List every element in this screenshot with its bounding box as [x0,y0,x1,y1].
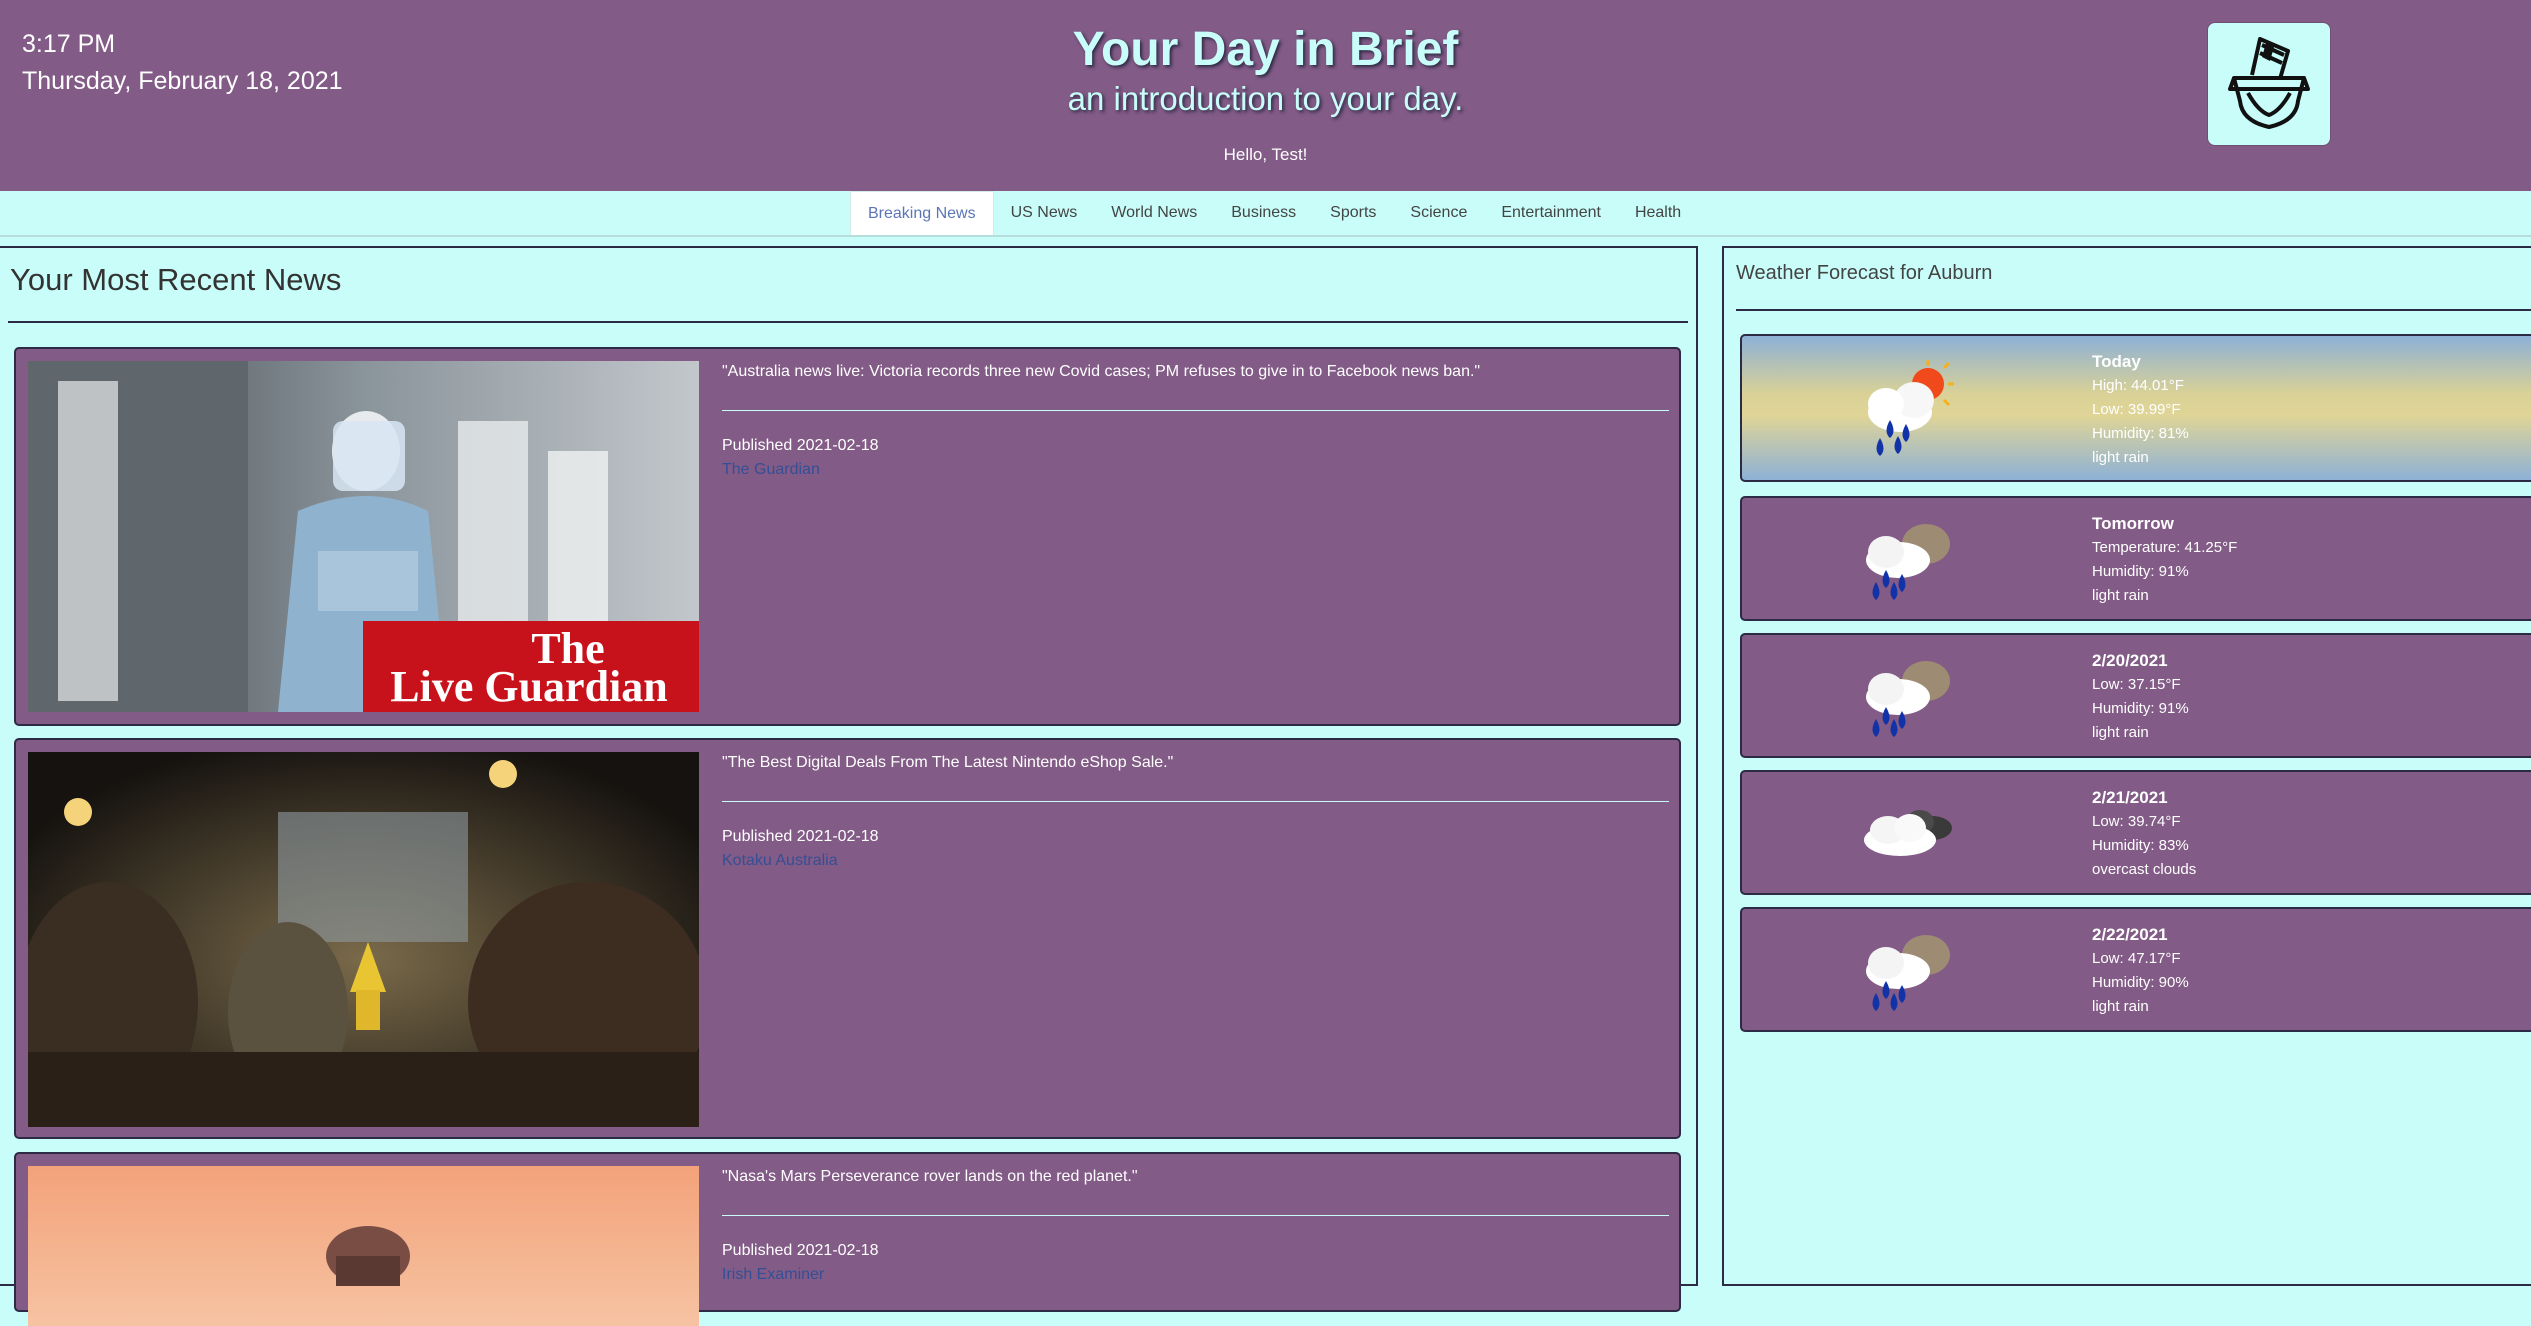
forecast-description: light rain [2092,724,2149,741]
rain-cloud-icon [1866,524,1950,600]
tab-health[interactable]: Health [1618,191,1698,234]
rain-cloud-icon [1866,935,1950,1011]
forecast-humidity: Humidity: 83% [2092,837,2189,854]
article-image[interactable]: The Live Guardian [28,361,699,712]
article-headline[interactable]: "The Best Digital Deals From The Latest … [722,754,1173,772]
forecast-low: Low: 37.15°F [2092,676,2181,693]
page-title: Your Day in Brief [1072,23,1459,76]
category-nav: Breaking News US News World News Busines… [0,191,2531,237]
article-source-link[interactable]: The Guardian [722,461,820,479]
news-heading: Your Most Recent News [10,262,342,297]
divider [8,321,1688,323]
forecast-text: 2/21/2021 Low: 39.74°F Humidity: 83% ove… [2092,786,2196,882]
news-card[interactable]: The Live Guardian "Australia news live: … [14,347,1681,726]
overcast-clouds-icon [1864,810,1952,856]
forecast-text: 2/20/2021 Low: 37.15°F Humidity: 91% lig… [2092,649,2189,745]
page-subtitle: an introduction to your day. [1067,80,1464,117]
news-card[interactable]: "Nasa's Mars Perseverance rover lands on… [14,1152,1681,1326]
rain-cloud-icon [1866,661,1950,737]
weather-card: 2/22/2021 Low: 47.17°F Humidity: 90% lig… [1740,907,2531,1032]
article-published-date: Published 2021-02-18 [722,1242,879,1259]
forecast-humidity: Humidity: 91% [2092,563,2189,580]
forecast-humidity: Humidity: 91% [2092,700,2189,717]
tab-entertainment[interactable]: Entertainment [1484,191,1618,234]
forecast-day: 2/21/2021 [2092,788,2168,807]
header: 3:17 PM Thursday, February 18, 2021 Your… [0,0,2531,191]
article-source-link[interactable]: Irish Examiner [722,1266,824,1284]
image-caption-live-guardian: Live Guardian [390,662,668,711]
weather-card: 2/20/2021 Low: 37.15°F Humidity: 91% lig… [1740,633,2531,758]
divider [722,1215,1669,1216]
forecast-description: light rain [2092,587,2149,604]
forecast-text: 2/22/2021 Low: 47.17°F Humidity: 90% lig… [2092,923,2189,1019]
news-card[interactable]: "The Best Digital Deals From The Latest … [14,738,1681,1139]
tab-breaking-news[interactable]: Breaking News [850,191,994,235]
forecast-temperature: Temperature: 41.25°F [2092,539,2238,556]
tab-business[interactable]: Business [1214,191,1313,234]
article-image[interactable] [28,752,699,1127]
forecast-low: Low: 47.17°F [2092,950,2181,967]
divider [722,410,1669,411]
tab-science[interactable]: Science [1393,191,1484,234]
weather-card-today: Today High: 44.01°F Low: 39.99°F Humidit… [1740,334,2531,482]
weather-card: 2/21/2021 Low: 39.74°F Humidity: 83% ove… [1740,770,2531,895]
forecast-low: Low: 39.99°F [2092,401,2181,418]
news-panel: Your Most Recent News The Live Guardian [0,246,1698,1326]
site-logo[interactable] [2207,22,2331,146]
weather-card: Tomorrow Temperature: 41.25°F Humidity: … [1740,496,2531,621]
weather-heading: Weather Forecast for Auburn [1736,262,1993,284]
weather-panel: Weather Forecast for Auburn Today High: … [1722,246,2531,1286]
tab-sports[interactable]: Sports [1313,191,1393,234]
newspaper-basket-icon [2228,37,2310,129]
forecast-text: Tomorrow Temperature: 41.25°F Humidity: … [2092,512,2237,608]
article-image[interactable] [28,1166,699,1326]
forecast-humidity: Humidity: 81% [2092,425,2189,442]
divider [1736,309,2531,311]
forecast-humidity: Humidity: 90% [2092,974,2189,991]
divider [722,801,1669,802]
article-headline[interactable]: "Australia news live: Victoria records t… [722,363,1480,381]
article-headline[interactable]: "Nasa's Mars Perseverance rover lands on… [722,1168,1138,1186]
tab-world-news[interactable]: World News [1094,191,1214,234]
forecast-day: 2/20/2021 [2092,651,2168,670]
forecast-day: Tomorrow [2092,514,2174,533]
forecast-low: Low: 39.74°F [2092,813,2181,830]
forecast-description: light rain [2092,998,2149,1015]
forecast-text: Today High: 44.01°F Low: 39.99°F Humidit… [2092,350,2189,470]
tab-us-news[interactable]: US News [994,191,1095,234]
article-published-date: Published 2021-02-18 [722,828,879,845]
forecast-description: light rain [2092,449,2149,466]
forecast-description: overcast clouds [2092,861,2197,878]
rain-sun-icon [1868,360,1954,456]
forecast-day: Today [2092,352,2141,371]
article-published-date: Published 2021-02-18 [722,437,879,454]
article-source-link[interactable]: Kotaku Australia [722,852,838,870]
user-greeting: Hello, Test! [1223,145,1308,164]
forecast-day: 2/22/2021 [2092,925,2168,944]
forecast-high: High: 44.01°F [2092,377,2184,394]
